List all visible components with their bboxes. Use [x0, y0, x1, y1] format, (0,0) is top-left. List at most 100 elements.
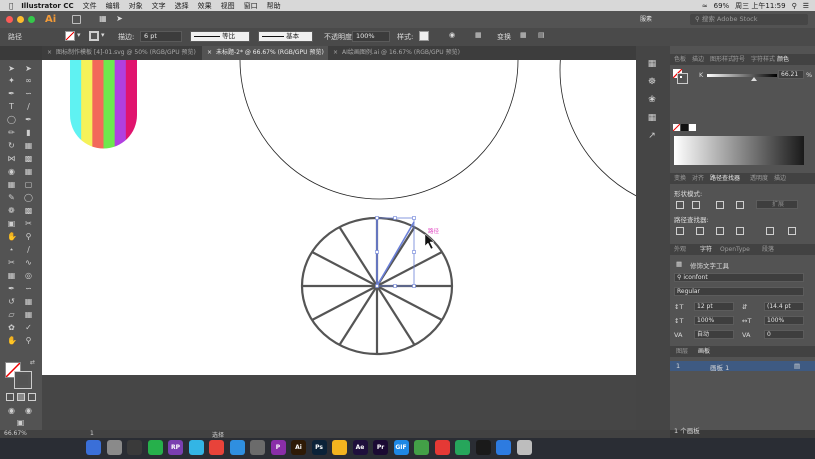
apple-icon[interactable]:  — [9, 2, 13, 10]
gradient-tool-icon[interactable]: ▢ — [24, 180, 33, 189]
magnify-icon[interactable]: ⚲ — [24, 336, 33, 345]
menu-help[interactable]: 帮助 — [267, 1, 281, 11]
app-menu[interactable]: Illustrator CC — [21, 2, 73, 10]
mesh-tool-icon[interactable]: ▦ — [7, 180, 16, 189]
paintbrush-icon[interactable]: ✒ — [24, 115, 33, 124]
partial-circle-outline[interactable] — [559, 60, 636, 212]
polar-grid-icon[interactable]: ◎ — [24, 271, 33, 280]
search-icon[interactable]: ⚲ — [792, 2, 797, 10]
white-swatch[interactable] — [689, 124, 696, 131]
gradient-mode-button[interactable] — [17, 393, 25, 401]
tab-opentype[interactable]: OpenType — [720, 244, 750, 255]
dock-app-icon[interactable] — [455, 440, 470, 455]
merge-button[interactable] — [716, 227, 724, 235]
dock-app-icon[interactable]: P — [270, 440, 286, 455]
scale-icon[interactable]: ▦ — [24, 141, 33, 150]
align-icon[interactable]: ▦ — [475, 31, 482, 39]
touch-type-tool[interactable]: 修饰文字工具 — [690, 260, 729, 270]
eyedropper-icon[interactable]: ✎ — [7, 193, 16, 202]
stroke-proxy[interactable] — [14, 371, 32, 389]
touch-type-icon[interactable]: ▦ — [676, 260, 682, 268]
live-paint-icon[interactable]: ▱ — [7, 310, 16, 319]
scissors-icon[interactable]: ✂ — [7, 258, 16, 267]
dock-app-icon[interactable] — [434, 440, 450, 455]
blob-brush-icon[interactable]: ✒ — [7, 284, 16, 293]
vertical-scale-field[interactable]: 100% — [694, 316, 734, 325]
tab-color[interactable]: 颜色 — [777, 54, 789, 65]
font-family-field[interactable]: ⚲ iconfont — [674, 273, 804, 282]
swap-colors-icon[interactable]: ⇄ — [28, 358, 37, 367]
gpu-icon[interactable]: ➤ — [116, 15, 125, 24]
transform-button[interactable]: 变换 — [497, 32, 511, 42]
k-slider-thumb[interactable] — [751, 77, 757, 81]
variable-width-profile[interactable]: 等比 — [190, 31, 250, 42]
menu-edit[interactable]: 编辑 — [106, 1, 120, 11]
dock-app-icon[interactable] — [127, 440, 142, 455]
rotate-view-icon[interactable]: ↺ — [7, 297, 16, 306]
k-slider[interactable] — [707, 74, 777, 77]
dock-app-icon[interactable] — [147, 440, 163, 455]
tab-stroke[interactable]: 描边 — [692, 54, 704, 65]
close-window-button[interactable] — [6, 16, 13, 23]
tab-template-svg[interactable]: × 图标制作模板 [4]-01.svg @ 50% (RGB/GPU 预览) — [42, 46, 202, 60]
knife-icon[interactable]: ∕ — [24, 245, 33, 254]
paint-bucket-icon[interactable]: ✿ — [7, 323, 16, 332]
dock-app-icon[interactable] — [106, 440, 122, 455]
shape-builder-icon[interactable]: ◉ — [7, 167, 16, 176]
menu-effect[interactable]: 效果 — [198, 1, 212, 11]
dock-app-icon[interactable] — [209, 440, 224, 455]
k-value-field[interactable]: 66.21 — [778, 70, 804, 79]
minimize-window-button[interactable] — [17, 16, 24, 23]
large-circle-outline[interactable] — [239, 60, 519, 200]
color-guide-icon[interactable]: ▦ — [646, 58, 658, 70]
brushes-icon[interactable]: ☸ — [646, 76, 658, 88]
eraser-icon[interactable]: ▮ — [24, 128, 33, 137]
leading-field[interactable]: (14.4 pt — [764, 302, 804, 311]
artboard-row[interactable]: 1 画板 1 ▤ — [670, 361, 815, 372]
join-tool-icon[interactable]: ✓ — [24, 323, 33, 332]
dock-app-icon[interactable]: Ae — [352, 440, 368, 455]
free-transform-icon[interactable]: ▩ — [24, 154, 33, 163]
slice-tool-icon[interactable]: ✂ — [24, 219, 33, 228]
pattern-tool-icon[interactable]: ▦ — [24, 310, 33, 319]
dock-app-icon[interactable]: Ai — [291, 440, 306, 455]
libraries-icon[interactable]: ▦ — [646, 112, 658, 124]
trim-button[interactable] — [696, 227, 704, 235]
smooth-tool-icon[interactable]: ∽ — [24, 284, 33, 293]
lasso-icon[interactable]: ∞ — [24, 76, 33, 85]
pencil-icon[interactable]: ✏ — [7, 128, 16, 137]
tab-align[interactable]: 对齐 — [692, 173, 704, 184]
dock-app-icon[interactable] — [188, 440, 204, 455]
brush-definition[interactable]: 基本 — [258, 31, 313, 42]
rotate-icon[interactable]: ↻ — [7, 141, 16, 150]
dock-app-icon[interactable] — [332, 440, 347, 455]
divide-button[interactable] — [676, 227, 684, 235]
symbol-sprayer-icon[interactable]: ❁ — [7, 206, 16, 215]
stroke-label[interactable]: 描边: — [118, 32, 134, 42]
minus-back-button[interactable] — [788, 227, 796, 235]
artboard[interactable]: 路径 — [42, 60, 636, 375]
line-tool-icon[interactable]: ∕ — [24, 102, 33, 111]
tab-ai-drawing[interactable]: × AI绘画图例.ai @ 16.67% (RGB/GPU 预览) — [328, 46, 468, 60]
tab-untitled-2[interactable]: × 未标题-2* @ 66.67% (RGB/GPU 预览) — [202, 46, 328, 60]
blend-tool-icon[interactable]: ◯ — [24, 193, 33, 202]
dock-app-icon[interactable] — [475, 440, 491, 455]
tab-transform[interactable]: 变换 — [674, 173, 686, 184]
dock-app-icon[interactable]: Ps — [311, 440, 327, 455]
dock-app-icon[interactable]: GIF — [393, 440, 409, 455]
close-icon[interactable]: × — [333, 46, 338, 60]
wifi-icon[interactable]: ≈ — [702, 2, 708, 10]
print-tiling-icon[interactable]: ▦ — [24, 297, 33, 306]
dock-app-icon[interactable]: Pr — [373, 440, 388, 455]
zoom-window-button[interactable] — [28, 16, 35, 23]
hand-tool-icon[interactable]: ✋ — [7, 232, 17, 241]
canvas-area[interactable]: 路径 — [42, 60, 636, 430]
font-size-field[interactable]: 12 pt — [694, 302, 734, 311]
stroke-swatch[interactable] — [89, 31, 99, 41]
isolate-icon[interactable]: ▦ — [520, 31, 527, 39]
draw-mode-icon[interactable]: ◉ — [7, 406, 16, 415]
color-stripes-pill[interactable] — [70, 60, 138, 155]
chevron-down-icon[interactable]: ▾ — [77, 31, 81, 39]
none-mode-button[interactable] — [28, 393, 36, 401]
type-tool-icon[interactable]: T — [7, 102, 16, 111]
